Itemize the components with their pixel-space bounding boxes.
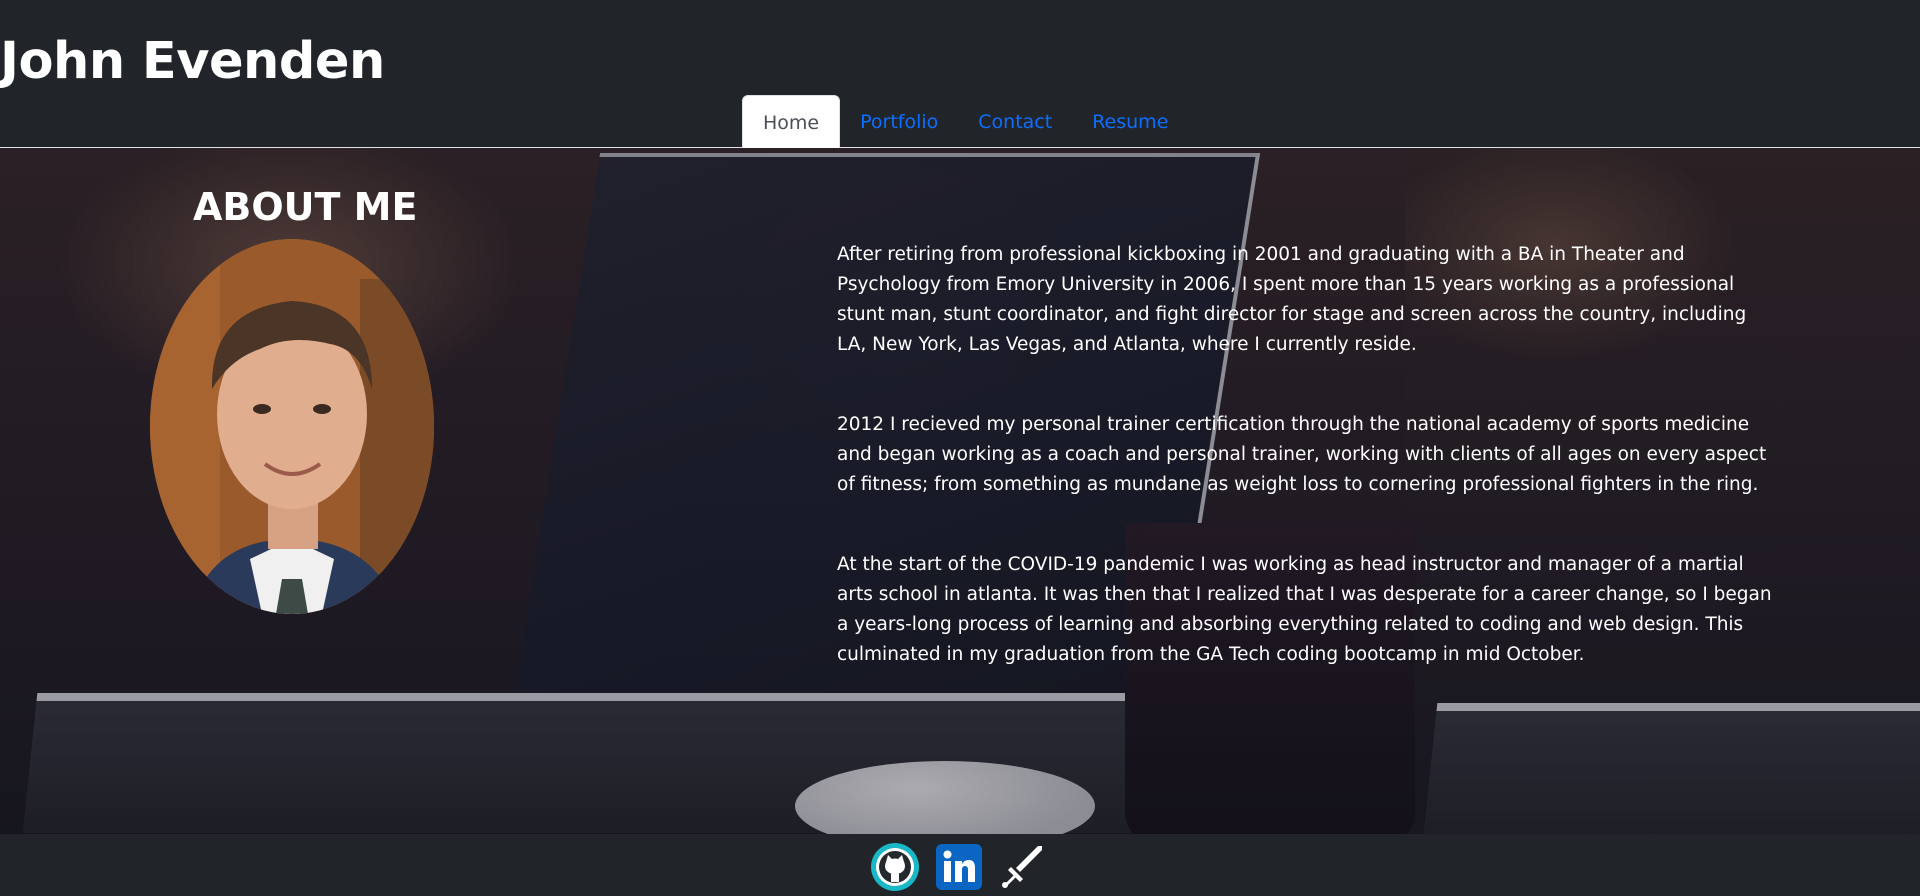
profile-photo [150,239,434,614]
nav-portfolio[interactable]: Portfolio [840,95,958,148]
nav-home[interactable]: Home [742,95,841,149]
about-text: After retiring from professional kickbox… [837,240,1777,720]
main-nav: Home Portfolio Contact Resume [742,95,1188,149]
site-header: John Evenden Home Portfolio Contact Resu… [0,0,1920,149]
nav-resume[interactable]: Resume [1072,95,1188,148]
about-paragraph-1: After retiring from professional kickbox… [837,244,1747,355]
site-footer [0,834,1920,896]
github-icon[interactable] [870,842,920,892]
sword-icon[interactable] [998,842,1048,892]
nav-contact[interactable]: Contact [958,95,1072,148]
about-paragraph-2: 2012 I recieved my personal trainer cert… [837,414,1767,495]
about-section: ABOUT ME After retiring from professiona… [0,148,1920,834]
about-paragraph-3: At the start of the COVID-19 pandemic I … [837,554,1772,665]
site-title: John Evenden [0,32,385,91]
about-heading: ABOUT ME [193,185,418,229]
linkedin-icon[interactable] [934,842,984,892]
social-links [870,842,1048,892]
